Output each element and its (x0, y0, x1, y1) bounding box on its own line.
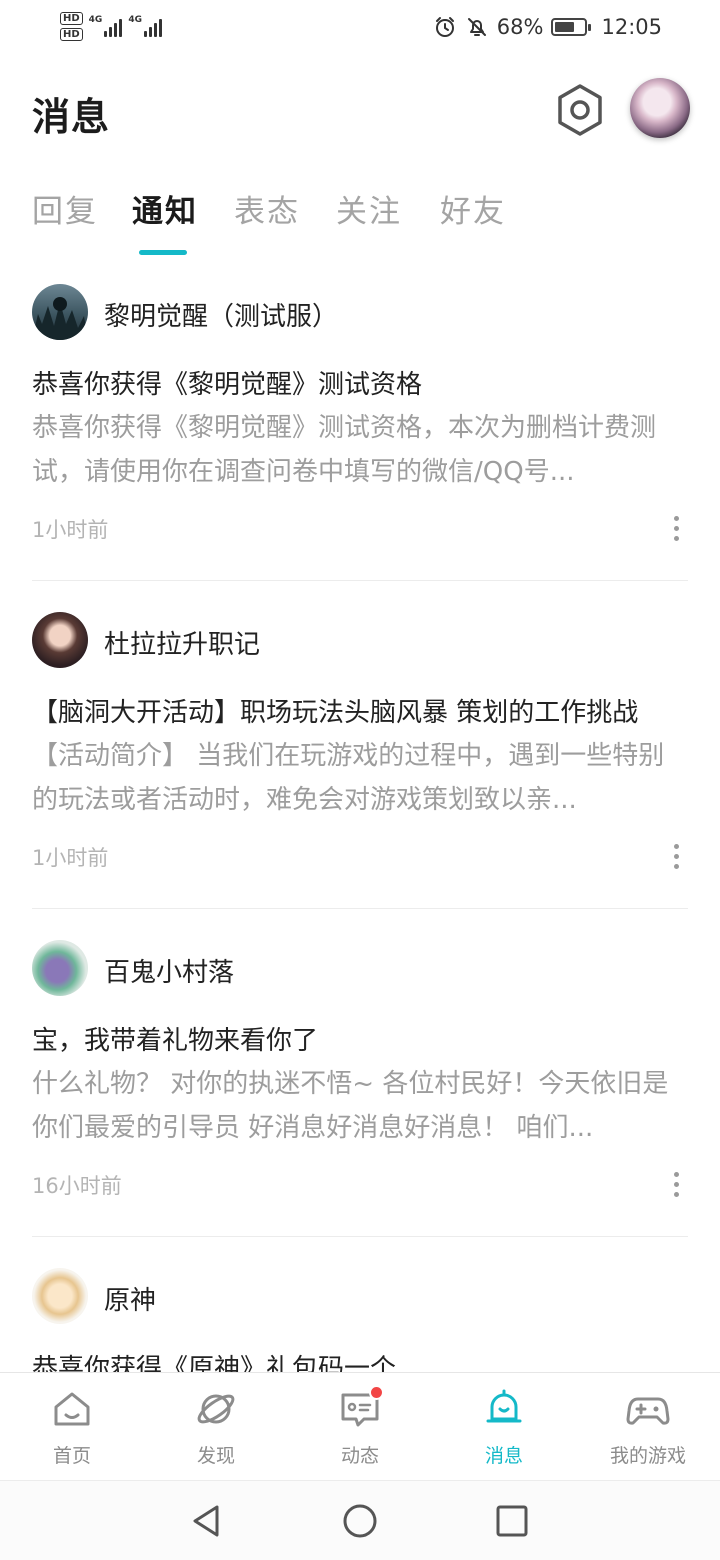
home-button[interactable] (340, 1501, 380, 1541)
more-options-icon[interactable] (662, 842, 690, 870)
notification-time: 1小时前 (32, 518, 109, 542)
hd-indicators: HD HD (60, 11, 83, 41)
divider (32, 1236, 688, 1237)
notification-body[interactable]: 【活动简介】 当我们在玩游戏的过程中，遇到一些特别的玩法或者活动时，难免会对游戏… (32, 734, 688, 822)
sender-name[interactable]: 百鬼小村落 (104, 952, 234, 989)
network-type-label-1: 4G (88, 15, 103, 25)
more-options-icon[interactable] (662, 514, 690, 542)
signal-icon-1: 4G (89, 15, 123, 37)
divider (32, 908, 688, 909)
status-right: 68% 12:05 (433, 10, 662, 44)
tab-replies[interactable]: 回复 (32, 186, 98, 231)
clock: 12:05 (601, 15, 662, 39)
page-header: 消息 (0, 70, 720, 154)
sender-avatar[interactable] (32, 284, 88, 340)
battery-fill (555, 22, 575, 32)
system-navigation-bar (0, 1480, 720, 1560)
network-type-label-2: 4G (128, 15, 142, 25)
recents-square-icon (496, 1505, 528, 1537)
nav-my-games[interactable]: 我的游戏 (593, 1387, 703, 1473)
bottom-nav: 首页 发现 动态 消息 我的游戏 (0, 1372, 720, 1480)
back-triangle-icon (193, 1505, 219, 1537)
nav-label-messages: 消息 (484, 1445, 523, 1467)
notification-title[interactable]: 【脑洞大开活动】职场玩法头脑风暴 策划的工作挑战 (32, 692, 692, 729)
notification-title[interactable]: 宝，我带着礼物来看你了 (32, 1020, 692, 1057)
notification-title[interactable]: 恭喜你获得《黎明觉醒》测试资格 (32, 364, 692, 401)
notification-item[interactable]: 百鬼小村落 宝，我带着礼物来看你了 什么礼物？ 对你的执迷不悟~ 各位村民好！今… (0, 938, 720, 1266)
nav-discover[interactable]: 发现 (161, 1387, 271, 1473)
sender-name[interactable]: 杜拉拉升职记 (104, 624, 260, 661)
network-indicators: HD HD 4G 4G (60, 8, 162, 44)
notification-item[interactable]: 原神 恭喜你获得《原神》礼包码一个 (0, 1266, 720, 1372)
nav-label-feed: 动态 (340, 1445, 379, 1467)
message-card-icon (338, 1385, 384, 1431)
nav-label-home: 首页 (52, 1445, 91, 1467)
battery-percent: 68% (496, 15, 544, 39)
user-avatar[interactable] (630, 78, 690, 138)
divider (32, 580, 688, 581)
nav-label-my-games: 我的游戏 (609, 1445, 686, 1467)
sender-avatar[interactable] (32, 1268, 88, 1324)
recents-button[interactable] (492, 1501, 532, 1541)
forest-avatar-image (32, 297, 88, 340)
nav-label-discover: 发现 (196, 1445, 235, 1467)
active-tab-indicator (139, 250, 187, 255)
notification-body[interactable]: 什么礼物？ 对你的执迷不悟~ 各位村民好！今天依旧是你们最爱的引导员 好消息好消… (32, 1062, 688, 1150)
nav-home[interactable]: 首页 (17, 1387, 127, 1473)
sender-name[interactable]: 原神 (104, 1280, 156, 1317)
tab-reactions[interactable]: 表态 (234, 186, 300, 231)
settings-hexagon-icon (558, 84, 602, 136)
mute-bell-icon (467, 18, 486, 36)
unread-badge (369, 1385, 384, 1400)
sender-name[interactable]: 黎明觉醒（测试服） (104, 296, 338, 333)
gamepad-icon (626, 1397, 670, 1425)
tab-friends[interactable]: 好友 (440, 186, 506, 231)
message-tabs: 回复 通知 表态 关注 好友 (0, 186, 720, 256)
page-title: 消息 (32, 95, 111, 139)
hd-badge-1: HD (60, 11, 83, 25)
notification-item[interactable]: 黎明觉醒（测试服） 恭喜你获得《黎明觉醒》测试资格 恭喜你获得《黎明觉醒》测试资… (0, 282, 720, 610)
sender-avatar[interactable] (32, 940, 88, 996)
signal-icon-2: 4G (128, 15, 162, 37)
hd-badge-2: HD (60, 27, 83, 41)
settings-button[interactable] (552, 80, 608, 140)
battery-icon (551, 18, 592, 36)
notification-list: 黎明觉醒（测试服） 恭喜你获得《黎明觉醒》测试资格 恭喜你获得《黎明觉醒》测试资… (0, 282, 720, 1372)
notification-item[interactable]: 杜拉拉升职记 【脑洞大开活动】职场玩法头脑风暴 策划的工作挑战 【活动简介】 当… (0, 610, 720, 938)
notification-body[interactable]: 恭喜你获得《黎明觉醒》测试资格，本次为删档计费测试，请使用你在调查问卷中填写的微… (32, 406, 688, 494)
back-button[interactable] (186, 1501, 226, 1541)
home-icon (54, 1392, 90, 1426)
home-circle-icon (343, 1504, 377, 1538)
planet-icon (197, 1394, 235, 1424)
nav-messages[interactable]: 消息 (449, 1387, 559, 1473)
alarm-icon (435, 17, 454, 37)
notification-time: 16小时前 (32, 1174, 122, 1198)
tab-notifications[interactable]: 通知 (132, 186, 198, 231)
screen: HD HD 4G 4G 68% 12:05 消息 回复 通知 表态 关注 好友 … (0, 0, 720, 1560)
nav-feed[interactable]: 动态 (305, 1385, 415, 1473)
more-options-icon[interactable] (662, 1170, 690, 1198)
status-bar: HD HD 4G 4G 68% 12:05 (0, 0, 720, 56)
notification-time: 1小时前 (32, 846, 109, 870)
sender-avatar[interactable] (32, 612, 88, 668)
tab-follows[interactable]: 关注 (336, 186, 402, 231)
notification-title[interactable]: 恭喜你获得《原神》礼包码一个 (32, 1348, 692, 1372)
bell-icon (486, 1389, 522, 1423)
